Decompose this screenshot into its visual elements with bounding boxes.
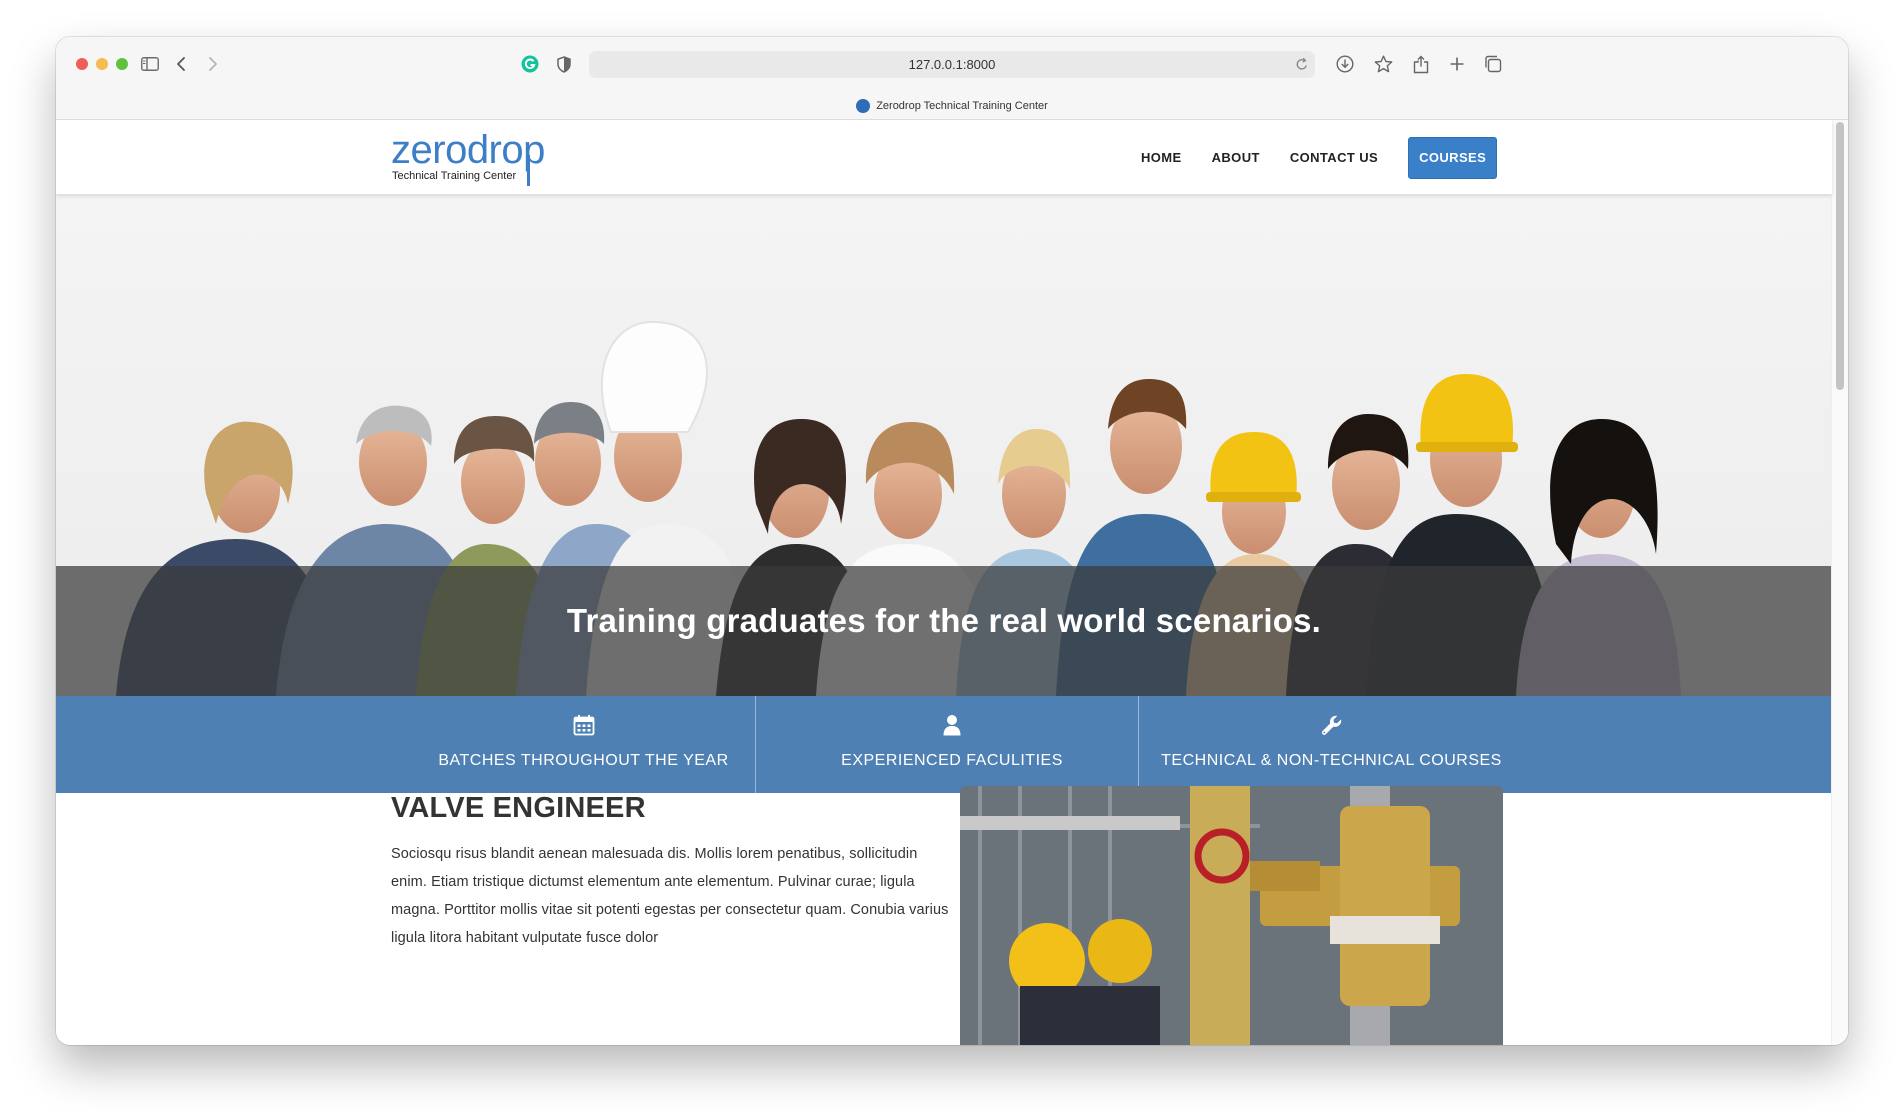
active-tab[interactable]: Zerodrop Technical Training Center xyxy=(56,93,1848,119)
features-band: BATCHES THROUGHOUT THE YEAR EXPERIENCED … xyxy=(56,696,1832,793)
logo-wordmark: zerodrop xyxy=(391,128,545,172)
nav-home-link[interactable]: HOME xyxy=(1141,138,1182,178)
zoom-window-button[interactable] xyxy=(116,58,128,70)
tab-overview-icon[interactable] xyxy=(1481,50,1505,78)
wrench-icon xyxy=(1321,712,1343,738)
close-window-button[interactable] xyxy=(76,58,88,70)
hero-banner: Training graduates for the real world sc… xyxy=(56,194,1832,696)
feature-batches: BATCHES THROUGHOUT THE YEAR xyxy=(401,696,766,793)
site-logo[interactable]: zerodrop Technical Training Center xyxy=(391,128,545,186)
hero-heading: Training graduates for the real world sc… xyxy=(566,601,1322,639)
address-bar[interactable]: 127.0.0.1:8000 xyxy=(589,51,1315,78)
feature-label: BATCHES THROUGHOUT THE YEAR xyxy=(438,752,729,769)
logo-drop-stem xyxy=(527,155,530,186)
nav-about-link[interactable]: ABOUT xyxy=(1212,138,1260,178)
bookmark-star-icon[interactable] xyxy=(1371,50,1395,78)
sidebar-toggle-icon[interactable] xyxy=(136,50,164,78)
hero-caption-band: Training graduates for the real world sc… xyxy=(56,566,1832,696)
calendar-icon xyxy=(573,712,595,738)
share-icon[interactable] xyxy=(1409,50,1433,78)
nav-contact-link[interactable]: CONTACT US xyxy=(1290,138,1378,178)
minimize-window-button[interactable] xyxy=(96,58,108,70)
feature-label: EXPERIENCED FACULITIES xyxy=(841,752,1063,769)
back-icon[interactable] xyxy=(170,50,192,78)
section-body: Sociosqu risus blandit aenean malesuada … xyxy=(391,846,949,946)
feature-label: TECHNICAL & NON-TECHNICAL COURSES xyxy=(1161,752,1502,769)
reload-icon[interactable] xyxy=(1295,56,1309,75)
feature-divider xyxy=(755,696,756,793)
logo-tagline: Technical Training Center xyxy=(392,170,517,182)
browser-toolbar: 127.0.0.1:8000 Zerodrop Technical Traini… xyxy=(56,37,1848,120)
tab-title: Zerodrop Technical Training Center xyxy=(876,100,1048,112)
site-header: zerodrop Technical Training Center HOME … xyxy=(56,120,1832,194)
section-title: VALVE ENGINEER xyxy=(391,792,646,824)
user-icon xyxy=(943,712,961,738)
feature-courses: TECHNICAL & NON-TECHNICAL COURSES xyxy=(1139,696,1524,793)
new-tab-icon[interactable] xyxy=(1445,50,1469,78)
main-nav: HOME ABOUT CONTACT US COURSES xyxy=(1141,137,1498,179)
web-page: zerodrop Technical Training Center HOME … xyxy=(56,120,1848,1045)
browser-window: 127.0.0.1:8000 Zerodrop Technical Traini… xyxy=(56,37,1848,1045)
url-text: 127.0.0.1:8000 xyxy=(908,57,996,72)
page-scrollbar[interactable] xyxy=(1831,120,1848,1045)
feature-faculties: EXPERIENCED FACULITIES xyxy=(766,696,1138,793)
site-favicon-icon xyxy=(856,99,871,113)
courses-button[interactable]: COURSES xyxy=(1408,137,1498,179)
scrollbar-thumb[interactable] xyxy=(1836,122,1844,390)
forward-icon[interactable] xyxy=(202,50,224,78)
grammarly-extension-icon[interactable] xyxy=(519,50,541,78)
download-icon[interactable] xyxy=(1333,50,1357,78)
privacy-shield-icon[interactable] xyxy=(554,50,574,78)
valve-engineer-photo xyxy=(960,786,1503,1045)
